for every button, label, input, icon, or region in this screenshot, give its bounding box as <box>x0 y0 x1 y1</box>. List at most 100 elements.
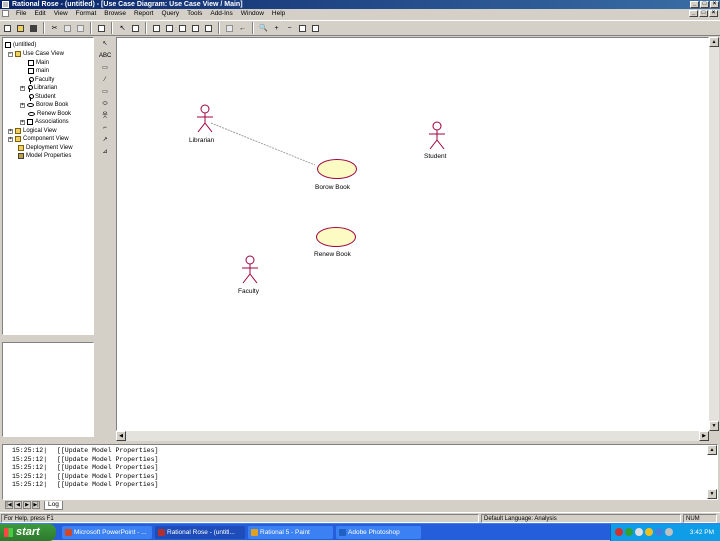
close-button[interactable]: × <box>710 1 719 8</box>
browse-deployment-diagram-icon[interactable] <box>203 23 214 34</box>
rational-rose-app-icon[interactable] <box>2 1 9 8</box>
anchor-tool-icon[interactable]: ⁄ <box>99 75 111 86</box>
save-icon[interactable] <box>28 23 39 34</box>
browse-component-diagram-icon[interactable] <box>177 23 188 34</box>
dependency-tool-icon[interactable]: ↗ <box>99 135 111 146</box>
tree-item-main-diagram[interactable]: Main <box>28 59 49 67</box>
browse-interaction-diagram-icon[interactable] <box>164 23 175 34</box>
expand-icon[interactable]: + <box>20 119 25 125</box>
task-paint[interactable]: Rational 5 - Paint <box>248 526 333 539</box>
cut-icon[interactable]: ✂ <box>49 23 60 34</box>
browse-parent-icon[interactable] <box>224 23 235 34</box>
tree-item-deployment-view[interactable]: Deployment View <box>18 144 73 152</box>
vertical-scrollbar[interactable]: ▲ ▼ <box>709 37 719 431</box>
undo-fit-icon[interactable] <box>310 23 321 34</box>
tab-log[interactable]: Log <box>44 500 63 510</box>
menu-report[interactable]: Report <box>130 9 158 19</box>
browse-state-diagram-icon[interactable] <box>190 23 201 34</box>
tree-item-root[interactable]: (untitled) <box>5 41 36 49</box>
first-tab-icon[interactable]: |◀ <box>5 501 13 509</box>
use-case-borow-book-label[interactable]: Borow Book <box>315 184 350 191</box>
view-documentation-icon[interactable] <box>130 23 141 34</box>
menu-add-ins[interactable]: Add-Ins <box>206 9 236 19</box>
paste-icon[interactable] <box>75 23 86 34</box>
copy-icon[interactable] <box>62 23 73 34</box>
tree-item-borow-book[interactable]: + Borow Book <box>20 101 68 109</box>
expand-icon[interactable]: + <box>20 102 25 108</box>
documentation-pane[interactable] <box>2 342 94 437</box>
menu-format[interactable]: Format <box>72 9 101 19</box>
menu-help[interactable]: Help <box>268 9 289 19</box>
zoom-to-selection-icon[interactable]: 🔍 <box>258 23 269 34</box>
scroll-down-icon[interactable]: ▼ <box>709 421 719 431</box>
tree-item-faculty[interactable]: Faculty <box>28 76 54 84</box>
menu-query[interactable]: Query <box>157 9 183 19</box>
actor-faculty-label[interactable]: Faculty <box>238 288 259 295</box>
menu-window[interactable]: Window <box>237 9 268 19</box>
use-case-tool-icon[interactable]: ⬭ <box>99 99 111 110</box>
tray-icon[interactable] <box>645 528 653 536</box>
actor-student-figure[interactable] <box>426 121 448 151</box>
use-case-borow-book-ellipse[interactable] <box>317 159 357 179</box>
maximize-button[interactable]: □ <box>700 1 709 8</box>
tree-item-logical-view[interactable]: + Logical View <box>8 127 57 135</box>
document-icon[interactable] <box>2 10 9 17</box>
tree-item-main-diagram-2[interactable]: main <box>28 67 49 75</box>
tree-item-use-case-view[interactable]: − Use Case View <box>8 50 64 58</box>
tree-item-renew-book[interactable]: Renew Book <box>28 110 71 118</box>
diagram-canvas[interactable]: Librarian Student Faculty Borow Book Ren… <box>116 37 709 431</box>
expand-icon[interactable]: + <box>20 85 25 91</box>
task-powerpoint[interactable]: Microsoft PowerPoint - ... <box>62 526 152 539</box>
log-window[interactable]: 15:25:12| [[Update Model Properties] 15:2… <box>2 444 718 500</box>
task-rational-rose[interactable]: Rational Rose - (untitl... <box>155 526 245 539</box>
note-tool-icon[interactable]: ▭ <box>99 63 111 74</box>
tray-icon[interactable] <box>625 528 633 536</box>
prev-tab-icon[interactable]: ◀ <box>14 501 22 509</box>
menu-browse[interactable]: Browse <box>100 9 130 19</box>
package-tool-icon[interactable]: ▭ <box>99 87 111 98</box>
child-close-button[interactable]: × <box>709 10 718 17</box>
actor-librarian-figure[interactable] <box>194 104 216 134</box>
browse-class-diagram-icon[interactable] <box>151 23 162 34</box>
tree-item-component-view[interactable]: + Component View <box>8 135 69 143</box>
clock[interactable]: 3:42 PM <box>690 524 714 541</box>
actor-librarian-label[interactable]: Librarian <box>189 137 214 144</box>
scroll-left-icon[interactable]: ◀ <box>116 431 126 441</box>
scroll-right-icon[interactable]: ▶ <box>699 431 709 441</box>
menu-edit[interactable]: Edit <box>30 9 49 19</box>
tray-icon[interactable] <box>655 528 663 536</box>
horizontal-scrollbar[interactable]: ◀ ▶ <box>116 431 709 441</box>
zoom-out-icon[interactable]: − <box>284 23 295 34</box>
log-scroll-down-icon[interactable]: ▼ <box>707 489 717 499</box>
actor-student-label[interactable]: Student <box>424 153 446 160</box>
open-folder-icon[interactable] <box>15 23 26 34</box>
next-tab-icon[interactable]: ▶ <box>23 501 31 509</box>
task-photoshop[interactable]: Adobe Photoshop <box>336 526 421 539</box>
scroll-up-icon[interactable]: ▲ <box>709 37 719 47</box>
select-tool-icon[interactable]: ↖ <box>99 39 111 50</box>
tree-item-librarian[interactable]: + Librarian <box>20 84 57 92</box>
collapse-icon[interactable]: − <box>8 51 13 57</box>
child-restore-button[interactable]: □ <box>699 10 708 17</box>
log-scroll-up-icon[interactable]: ▲ <box>707 445 717 455</box>
use-case-renew-book-ellipse[interactable] <box>316 227 356 247</box>
actor-faculty-figure[interactable] <box>239 255 261 285</box>
zoom-in-icon[interactable]: + <box>271 23 282 34</box>
context-help-icon[interactable]: ↖ <box>117 23 128 34</box>
tray-icon[interactable] <box>615 528 623 536</box>
menu-file[interactable]: File <box>12 9 30 19</box>
actor-tool-icon[interactable]: 웃 <box>99 111 111 122</box>
minimize-button[interactable]: _ <box>690 1 699 8</box>
new-file-icon[interactable] <box>2 23 13 34</box>
menu-tools[interactable]: Tools <box>183 9 206 19</box>
tree-item-associations[interactable]: + Associations <box>20 118 69 126</box>
last-tab-icon[interactable]: ▶| <box>32 501 40 509</box>
menu-view[interactable]: View <box>50 9 72 19</box>
generalization-tool-icon[interactable]: ⊿ <box>99 147 111 158</box>
fit-in-window-icon[interactable] <box>297 23 308 34</box>
browse-previous-icon[interactable]: ← <box>237 23 248 34</box>
tray-icon[interactable] <box>635 528 643 536</box>
text-tool-icon[interactable]: ABC <box>99 51 111 62</box>
association-line[interactable] <box>210 122 316 166</box>
print-icon[interactable] <box>96 23 107 34</box>
